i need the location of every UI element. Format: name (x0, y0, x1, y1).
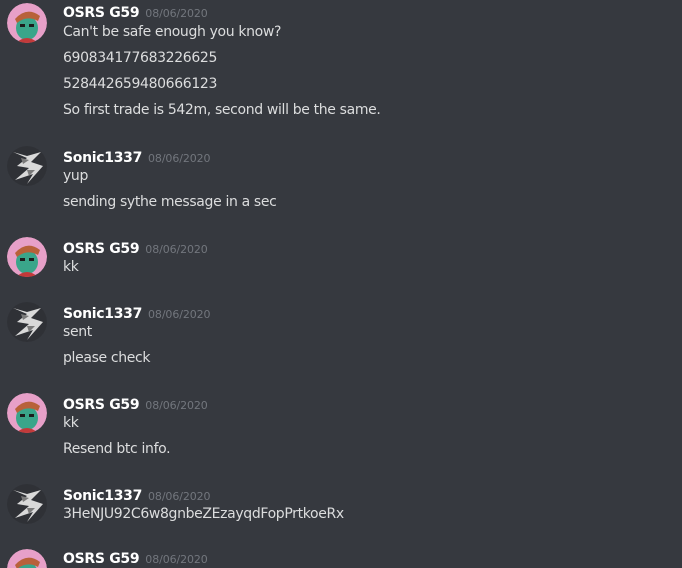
osrs-avatar-icon (7, 393, 47, 433)
username[interactable]: OSRS G59 (63, 5, 140, 21)
timestamp: 08/06/2020 (148, 152, 211, 165)
message-text: So first trade is 542m, second will be t… (63, 102, 381, 118)
message-text: 690834177683226625 (63, 50, 218, 66)
timestamp: 08/06/2020 (145, 7, 208, 20)
username[interactable]: OSRS G59 (63, 397, 140, 413)
message-text: kk (63, 259, 79, 275)
username[interactable]: Sonic1337 (63, 488, 142, 504)
avatar[interactable] (7, 237, 47, 277)
message-text: kk (63, 415, 79, 431)
osrs-avatar-icon (7, 549, 47, 568)
timestamp: 08/06/2020 (145, 553, 208, 566)
timestamp: 08/06/2020 (145, 243, 208, 256)
sonic-avatar-icon (7, 302, 47, 342)
message-text: yup (63, 168, 88, 184)
chat-message-list[interactable]: OSRS G59 08/06/2020 Can't be safe enough … (0, 0, 682, 568)
timestamp: 08/06/2020 (145, 399, 208, 412)
avatar[interactable] (7, 484, 47, 524)
username[interactable]: OSRS G59 (63, 551, 140, 567)
osrs-avatar-icon (7, 237, 47, 277)
username[interactable]: Sonic1337 (63, 306, 142, 322)
message-text: sent (63, 324, 92, 340)
avatar[interactable] (7, 302, 47, 342)
timestamp: 08/06/2020 (148, 490, 211, 503)
message-text: 528442659480666123 (63, 76, 218, 92)
message-text: Can't be safe enough you know? (63, 24, 282, 40)
timestamp: 08/06/2020 (148, 308, 211, 321)
message-text: Resend btc info. (63, 441, 171, 457)
message-text[interactable]: 3HeNJU92C6w8gnbeZEzayqdFopPrtkoeRx (63, 506, 344, 522)
message-text: sending sythe message in a sec (63, 194, 277, 210)
sonic-avatar-icon (7, 146, 47, 186)
username[interactable]: OSRS G59 (63, 241, 140, 257)
avatar[interactable] (7, 146, 47, 186)
username[interactable]: Sonic1337 (63, 150, 142, 166)
avatar[interactable] (7, 393, 47, 433)
message-text: please check (63, 350, 151, 366)
osrs-avatar-icon (7, 3, 47, 43)
sonic-avatar-icon (7, 484, 47, 524)
avatar[interactable] (7, 549, 47, 568)
avatar[interactable] (7, 3, 47, 43)
